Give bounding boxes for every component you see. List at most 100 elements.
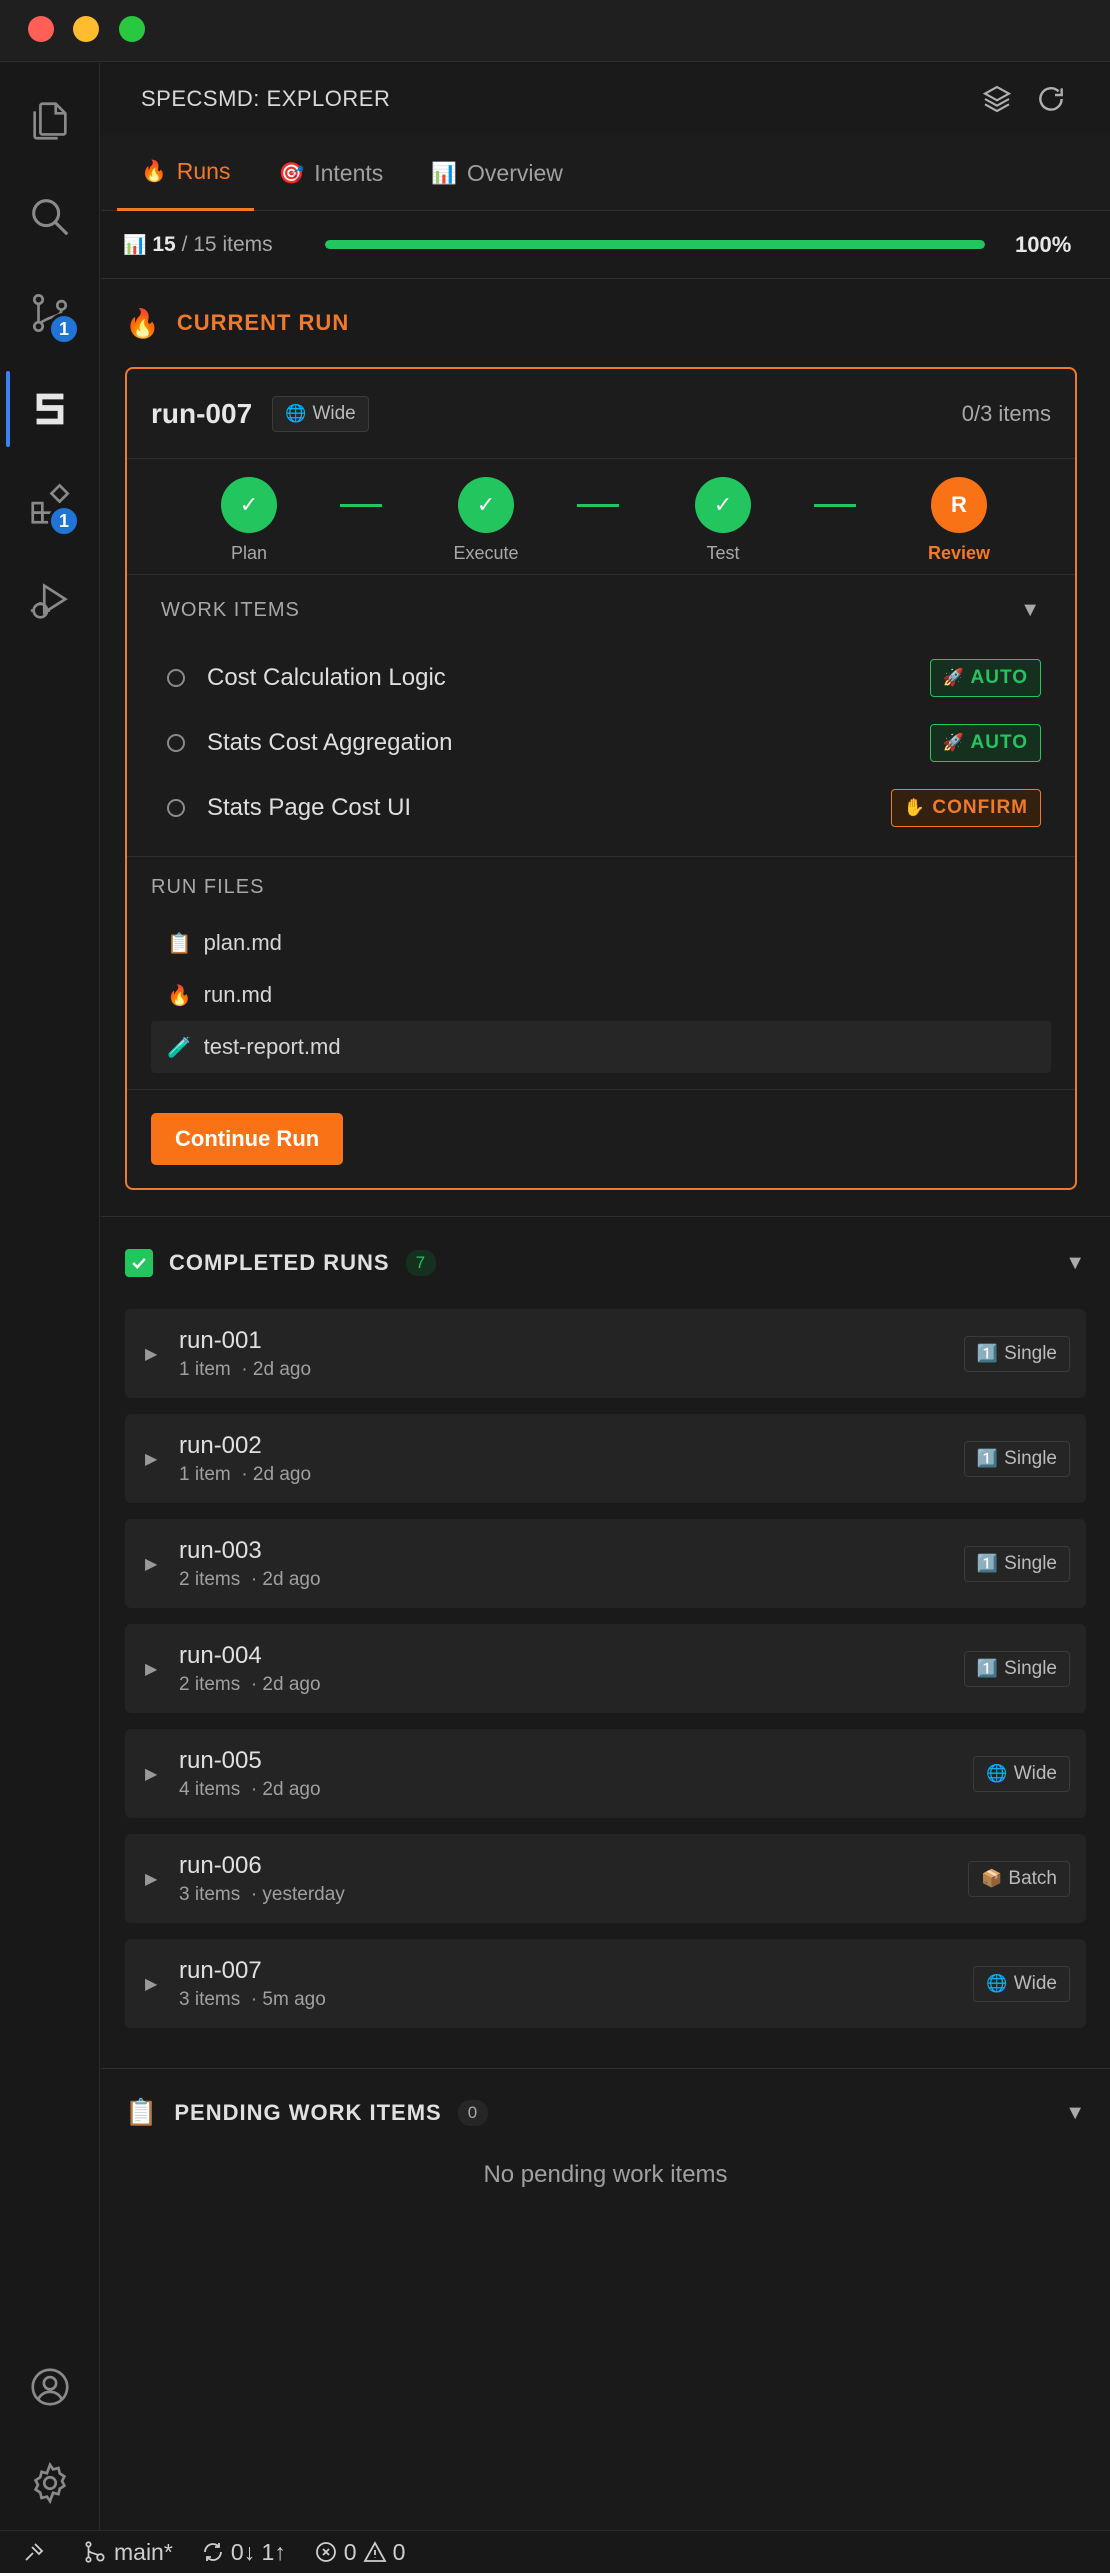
scope-label: Single xyxy=(1004,1447,1057,1469)
step-execute: ✓ Execute xyxy=(426,477,546,564)
branch-indicator[interactable]: main* xyxy=(82,2539,173,2566)
run-meta: 2 items · 2d ago xyxy=(179,1674,321,1696)
completed-run-row[interactable]: ▶ run-002 1 item · 2d ago 1️⃣ Single xyxy=(125,1414,1086,1503)
run-meta: 1 item · 2d ago xyxy=(179,1464,311,1486)
collapse-caret-icon[interactable]: ▼ xyxy=(1065,1252,1086,1275)
work-items-header[interactable]: WORK ITEMS ▼ xyxy=(161,575,1041,645)
run-time: · 2d ago xyxy=(241,1463,312,1485)
tab-runs[interactable]: 🔥 Runs xyxy=(117,135,255,211)
run-info: run-007 3 items · 5m ago xyxy=(179,1957,326,2011)
specsmd-activity[interactable] xyxy=(0,361,100,457)
run-debug-activity[interactable] xyxy=(0,553,100,649)
review-step-marker: R xyxy=(931,477,987,533)
completed-run-row[interactable]: ▶ run-003 2 items · 2d ago 1️⃣ Single xyxy=(125,1519,1086,1608)
mode-label: AUTO xyxy=(970,666,1028,688)
scope-badge: 🌐 Wide xyxy=(973,1965,1070,2002)
run-time: · 2d ago xyxy=(250,1568,321,1590)
expand-triangle-icon[interactable]: ▶ xyxy=(145,1869,179,1889)
error-icon xyxy=(315,2542,336,2562)
minimize-window-button[interactable] xyxy=(73,16,99,42)
continue-run-button[interactable]: Continue Run xyxy=(151,1113,344,1165)
sync-indicator[interactable]: 0↓ 1↑ xyxy=(201,2539,286,2566)
work-item-name: Stats Page Cost UI xyxy=(207,793,412,821)
keycap-one-icon: 1️⃣ xyxy=(976,1553,999,1574)
scope-label: Single xyxy=(1004,1657,1057,1679)
zoom-window-button[interactable] xyxy=(119,16,145,42)
specsmd-explorer-panel: SPECSMD: EXPLORER 🔥 Runs 🎯 Intents 📊 Overvi… xyxy=(101,63,1110,2530)
source-control-activity[interactable]: 1 xyxy=(0,265,100,361)
work-item[interactable]: Stats Page Cost UI ✋ CONFIRM xyxy=(161,775,1041,840)
scope-badge: 📦 Batch xyxy=(968,1860,1070,1897)
account-icon xyxy=(31,2368,69,2406)
chart-icon: 📊 xyxy=(431,160,458,185)
remote-indicator[interactable] xyxy=(22,2540,46,2564)
scope-label: Batch xyxy=(1008,1867,1057,1889)
collapse-caret-icon[interactable]: ▼ xyxy=(1065,2102,1086,2125)
pending-items-header[interactable]: 📋 PENDING WORK ITEMS 0 ▼ xyxy=(101,2069,1110,2157)
run-name: run-007 xyxy=(179,1956,262,1984)
scope-label: Wide xyxy=(312,402,356,424)
run-info: run-004 2 items · 2d ago xyxy=(179,1642,321,1696)
explorer-activity[interactable] xyxy=(0,73,100,169)
remote-icon xyxy=(25,2543,44,2561)
run-info: run-002 1 item · 2d ago xyxy=(179,1432,311,1486)
run-name: run-003 xyxy=(179,1536,262,1564)
work-item[interactable]: Stats Cost Aggregation 🚀 AUTO xyxy=(161,710,1041,775)
collapse-caret-icon[interactable]: ▼ xyxy=(1020,599,1041,622)
completed-runs-list: ▶ run-001 1 item · 2d ago 1️⃣ Single ▶ run… xyxy=(101,1309,1110,2068)
tab-overview[interactable]: 📊 Overview xyxy=(407,135,587,211)
expand-triangle-icon[interactable]: ▶ xyxy=(145,1659,179,1679)
completed-run-row[interactable]: ▶ run-004 2 items · 2d ago 1️⃣ Single xyxy=(125,1624,1086,1713)
run-name: run-002 xyxy=(179,1431,262,1459)
run-meta: 4 items · 2d ago xyxy=(179,1779,321,1801)
pending-empty-state: No pending work items xyxy=(483,2161,728,2188)
problems-indicator[interactable]: 0 0 xyxy=(314,2539,405,2566)
run-time: · 2d ago xyxy=(250,1778,321,1800)
run-items: 4 items xyxy=(179,1778,241,1800)
search-activity[interactable] xyxy=(0,169,100,265)
sync-icon xyxy=(203,2543,222,2561)
target-icon: 🎯 xyxy=(278,160,305,185)
progress-total: / 15 items xyxy=(181,232,273,256)
pending-circle-icon xyxy=(167,733,185,752)
layers-icon[interactable] xyxy=(981,83,1013,115)
tab-intents[interactable]: 🎯 Intents xyxy=(254,135,407,211)
expand-triangle-icon[interactable]: ▶ xyxy=(145,1449,179,1469)
close-window-button[interactable] xyxy=(28,16,54,42)
completed-run-row[interactable]: ▶ run-001 1 item · 2d ago 1️⃣ Single xyxy=(125,1309,1086,1398)
work-item[interactable]: Cost Calculation Logic 🚀 AUTO xyxy=(161,645,1041,710)
step-connector xyxy=(340,504,382,507)
completed-run-row[interactable]: ▶ run-006 3 items · yesterday 📦 Batch xyxy=(125,1834,1086,1923)
run-info: run-005 4 items · 2d ago xyxy=(179,1747,321,1801)
current-run-name: run-007 xyxy=(151,397,253,429)
accounts-activity[interactable] xyxy=(0,2339,100,2435)
keycap-one-icon: 1️⃣ xyxy=(976,1448,999,1469)
panel-header: SPECSMD: EXPLORER xyxy=(101,63,1110,135)
expand-triangle-icon[interactable]: ▶ xyxy=(145,1764,179,1784)
refresh-icon[interactable] xyxy=(1035,83,1067,115)
tab-label: Overview xyxy=(467,159,563,186)
step-review: R Review xyxy=(899,477,1019,564)
test-tube-icon: 🧪 xyxy=(167,1035,192,1059)
run-time: · yesterday xyxy=(250,1883,345,1905)
run-file-run[interactable]: 🔥 run.md xyxy=(151,969,1051,1021)
scope-label: Single xyxy=(1004,1552,1057,1574)
settings-activity[interactable] xyxy=(0,2435,100,2531)
extensions-activity[interactable]: 1 xyxy=(0,457,100,553)
pending-items-title: PENDING WORK ITEMS xyxy=(174,2100,442,2125)
run-file-test-report[interactable]: 🧪 test-report.md xyxy=(151,1021,1051,1073)
expand-triangle-icon[interactable]: ▶ xyxy=(145,1554,179,1574)
pending-circle-icon xyxy=(167,668,185,687)
window-titlebar xyxy=(0,0,1110,62)
check-icon: ✓ xyxy=(458,477,514,533)
expand-triangle-icon[interactable]: ▶ xyxy=(145,1344,179,1364)
fire-icon: 🔥 xyxy=(125,306,161,340)
expand-triangle-icon[interactable]: ▶ xyxy=(145,1974,179,1994)
run-file-plan[interactable]: 📋 plan.md xyxy=(151,917,1051,969)
run-items: 2 items xyxy=(179,1568,241,1590)
completed-run-row[interactable]: ▶ run-005 4 items · 2d ago 🌐 Wide xyxy=(125,1729,1086,1818)
completed-run-row[interactable]: ▶ run-007 3 items · 5m ago 🌐 Wide xyxy=(125,1939,1086,2028)
work-items-title: WORK ITEMS xyxy=(161,598,300,621)
completed-runs-header[interactable]: COMPLETED RUNS 7 ▼ xyxy=(101,1217,1110,1309)
step-label: Test xyxy=(706,543,740,563)
